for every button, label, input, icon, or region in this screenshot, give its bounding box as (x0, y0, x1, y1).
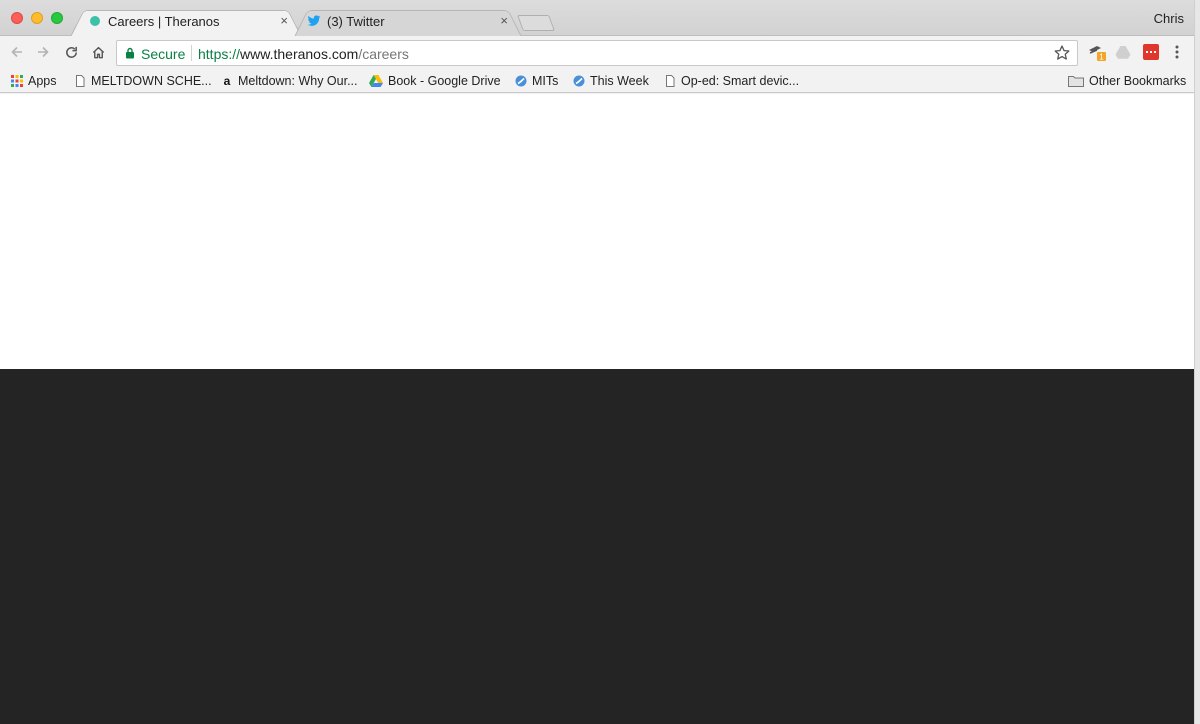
bookmark-label: Other Bookmarks (1089, 74, 1187, 88)
bookmark-label: Op-ed: Smart devic... (681, 74, 800, 88)
bookmark-star-icon[interactable] (1053, 44, 1071, 62)
url-text[interactable]: https://www.theranos.com/careers (198, 46, 409, 62)
folder-icon (1068, 76, 1084, 87)
chrome-menu-button[interactable] (1167, 42, 1187, 62)
profile-name[interactable]: Chris (1154, 11, 1184, 26)
address-bar[interactable]: Secure https://www.theranos.com/careers (116, 40, 1078, 66)
bookmark-apps[interactable]: Apps (11, 72, 57, 90)
bookmark-op-ed[interactable]: Op-ed: Smart devic... (664, 72, 799, 90)
window-maximize-button[interactable] (51, 12, 63, 24)
bookmark-label: Apps (28, 74, 57, 88)
secure-label: Secure (141, 46, 186, 62)
url-path: /careers (358, 46, 409, 62)
bookmark-label: MITs (532, 74, 559, 88)
page-content-dark-section (0, 369, 1194, 724)
kebab-menu-icon (1175, 45, 1179, 59)
tab-careers-theranos[interactable]: Careers | Theranos × (70, 6, 302, 37)
amazon-icon: a (223, 74, 231, 88)
page-content-top (0, 94, 1194, 369)
home-icon (92, 46, 104, 58)
back-button[interactable] (6, 41, 28, 63)
home-button[interactable] (87, 41, 109, 63)
blue-circle-icon (573, 75, 585, 87)
bookmark-label: MELTDOWN SCHE... (91, 74, 212, 88)
bookmark-label: Meltdown: Why Our... (238, 74, 358, 88)
url-scheme: https:// (198, 46, 241, 62)
extension-badge-icon[interactable]: 1 (1087, 42, 1107, 62)
blue-circle-icon (515, 75, 527, 87)
browser-toolbar: Secure https://www.theranos.com/careers … (0, 36, 1194, 69)
forward-arrow-icon (38, 46, 49, 58)
reload-button[interactable] (60, 41, 82, 63)
page-icon (76, 75, 85, 87)
tab-twitter[interactable]: (3) Twitter × (294, 6, 522, 37)
window-edge (1194, 0, 1200, 724)
bookmark-this-week[interactable]: This Week (573, 72, 649, 90)
red-extension-icon[interactable] (1141, 42, 1161, 62)
bookmark-meltdown-amazon[interactable]: a Meltdown: Why Our... (221, 72, 358, 90)
tab-close-icon[interactable]: × (500, 13, 508, 28)
bookmark-label: Book - Google Drive (388, 74, 501, 88)
reload-icon (65, 46, 77, 58)
new-tab-button[interactable] (517, 15, 555, 31)
divider (191, 45, 192, 61)
window-close-button[interactable] (11, 12, 23, 24)
tab-title: (3) Twitter (327, 14, 385, 29)
back-arrow-icon (11, 46, 22, 58)
extension-badge-count: 1 (1099, 53, 1104, 62)
bookmark-mits[interactable]: MITs (515, 72, 558, 90)
apps-grid-icon (11, 75, 23, 87)
window-minimize-button[interactable] (31, 12, 43, 24)
forward-button[interactable] (32, 41, 54, 63)
other-bookmarks[interactable]: Other Bookmarks (1068, 72, 1186, 90)
bookmark-label: This Week (590, 74, 649, 88)
bookmark-book-google-drive[interactable]: Book - Google Drive (369, 72, 501, 90)
twitter-bird-icon (307, 15, 321, 26)
google-drive-icon (369, 75, 383, 87)
bookmark-meltdown-schedule[interactable]: MELTDOWN SCHE... (74, 72, 212, 90)
tab-strip: Careers | Theranos × (3) Twitter × Chris (0, 0, 1194, 37)
browser-window: Careers | Theranos × (3) Twitter × Chris (0, 0, 1194, 724)
tab-title: Careers | Theranos (108, 14, 220, 29)
bookmarks-bar: Apps MELTDOWN SCHE... a Meltdown: Why Ou… (0, 69, 1194, 93)
page-icon (666, 75, 675, 87)
google-drive-extension-icon[interactable] (1113, 42, 1133, 62)
tab-close-icon[interactable]: × (280, 13, 288, 28)
lock-icon (126, 47, 134, 59)
url-host: www.theranos.com (240, 46, 359, 62)
theranos-favicon-icon (90, 16, 100, 26)
